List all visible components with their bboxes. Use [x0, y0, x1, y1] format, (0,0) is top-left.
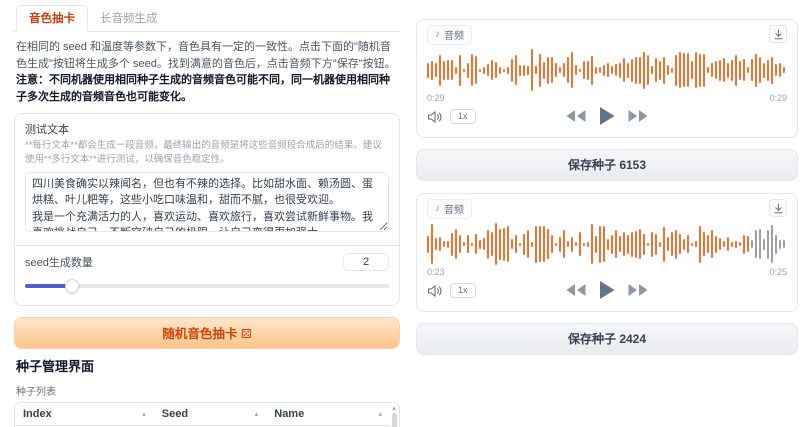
waveform[interactable] [427, 222, 787, 266]
elapsed-time: 0:29 [427, 93, 445, 103]
random-voice-draw-button[interactable]: 随机音色抽卡 ⚄ [14, 316, 400, 349]
audio-player-1: ♪ 音频 0:29 0:29 1x [416, 19, 798, 138]
duration-time: 0:29 [769, 93, 787, 103]
instructions-normal: 在相同的 seed 和温度等参数下，音色具有一定的一致性。点击下面的"随机音色生… [16, 41, 396, 70]
test-text-block: 测试文本 **每行文本**都会生成一段音频，最终输出的音频是将这些音频段合成后的… [15, 114, 399, 245]
test-text-info: **每行文本**都会生成一段音频，最终输出的音频是将这些音频段合成后的结果。建议… [25, 140, 382, 165]
left-column: 音色抽卡 长音频生成 在相同的 seed 和温度等参数下，音色具有一定的一致性。… [14, 5, 400, 427]
tab-voice-draw[interactable]: 音色抽卡 [16, 5, 88, 32]
skip-forward-icon[interactable] [628, 283, 649, 297]
test-text-label: 测试文本 [25, 124, 69, 136]
volume-icon[interactable] [427, 284, 443, 298]
skip-forward-icon[interactable] [628, 109, 649, 123]
app-root: 音色抽卡 长音频生成 在相同的 seed 和温度等参数下，音色具有一定的一致性。… [0, 0, 800, 427]
waveform[interactable] [427, 48, 787, 92]
seed-table: Index▴ Seed▴ Name▴ 0 3798 女/知性 1 462 女/大… [14, 401, 400, 427]
download-icon[interactable] [769, 199, 787, 217]
skip-back-icon[interactable] [566, 283, 587, 297]
input-group: 测试文本 **每行文本**都会生成一段音频，最终输出的音频是将这些音频段合成后的… [14, 113, 400, 306]
tab-bar: 音色抽卡 长音频生成 [14, 5, 400, 32]
download-icon[interactable] [769, 25, 787, 43]
dice-icon: ⚄ [240, 326, 252, 341]
table-header-row: Index ▴ Seed ▴ Name ▴ [15, 402, 390, 426]
seed-count-label: seed生成数量 [25, 256, 93, 269]
col-header-name[interactable]: Name ▴ [266, 402, 390, 426]
elapsed-time: 0:23 [427, 267, 445, 277]
instructions-warning: 注意：不同机器使用相同种子生成的音频音色可能不同，同一机器使用相同种子多次生成的… [16, 74, 390, 103]
col-header-seed[interactable]: Seed ▴ [153, 402, 267, 426]
slider-track [25, 283, 389, 288]
col-header-index[interactable]: Index ▴ [15, 402, 154, 426]
sort-caret-icon[interactable]: ▴ [378, 410, 382, 418]
duration-time: 0:25 [769, 267, 787, 277]
seed-count-slider[interactable] [25, 278, 389, 293]
seed-manager-title: 种子管理界面 [16, 358, 95, 374]
playback-speed-button[interactable]: 1x [450, 109, 476, 124]
skip-back-icon[interactable] [566, 109, 587, 123]
sort-caret-icon[interactable]: ▴ [255, 410, 259, 418]
sort-caret-icon[interactable]: ▴ [142, 410, 146, 418]
seed-count-input[interactable] [343, 252, 389, 271]
seed-list-label: 种子列表 [16, 386, 56, 398]
tab-long-audio[interactable]: 长音频生成 [88, 6, 170, 31]
scroll-thumb[interactable] [391, 412, 397, 427]
seed-slider-handle[interactable] [65, 278, 80, 293]
audio-player-2: ♪ 音频 0:23 0:25 1x [416, 193, 798, 312]
instructions-text: 在相同的 seed 和温度等参数下，音色具有一定的一致性。点击下面的"随机音色生… [16, 39, 398, 105]
save-seed-2424-button[interactable]: 保存种子 2424 [416, 323, 798, 355]
random-voice-draw-label: 随机音色抽卡 [162, 326, 238, 341]
audio-label: ♪ 音频 [427, 25, 472, 45]
play-icon[interactable] [599, 106, 616, 126]
scroll-up-icon[interactable]: ▴ [392, 405, 396, 412]
playback-speed-button[interactable]: 1x [450, 283, 476, 298]
music-note-icon: ♪ [435, 29, 440, 40]
music-note-icon: ♪ [435, 203, 440, 214]
play-icon[interactable] [599, 280, 616, 300]
right-column: ♪ 音频 0:29 0:29 1x 保存种子 6153 ♪ 音频 0:23 0:… [416, 5, 798, 427]
audio-label: ♪ 音频 [427, 199, 472, 219]
volume-icon[interactable] [427, 110, 443, 124]
table-vertical-scrollbar[interactable]: ▴ [390, 404, 398, 427]
save-seed-6153-button[interactable]: 保存种子 6153 [416, 149, 798, 181]
test-text-input[interactable]: 四川美食确实以辣闻名，但也有不辣的选择。比如甜水面、赖汤圆、蛋烘糕、叶儿粑等，这… [25, 171, 389, 232]
seed-count-block: seed生成数量 [15, 244, 399, 305]
